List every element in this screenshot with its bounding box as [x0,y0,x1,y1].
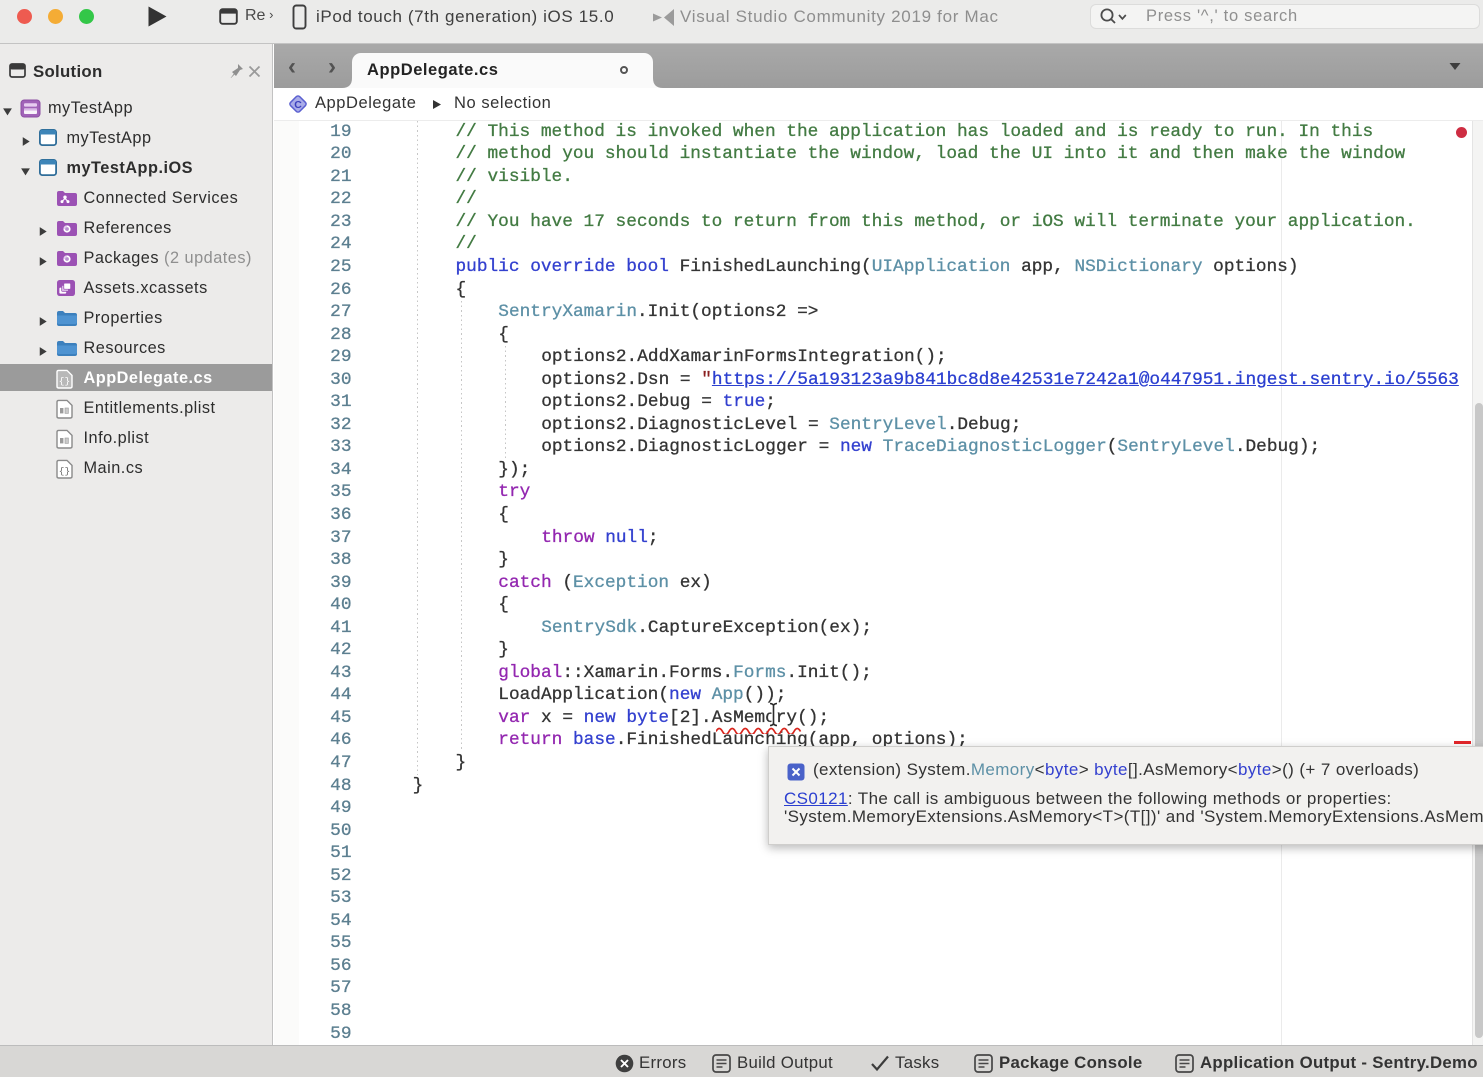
svg-text:{}: {} [59,465,70,476]
svg-text:{}: {} [59,375,70,386]
svg-text:C: C [294,99,302,111]
